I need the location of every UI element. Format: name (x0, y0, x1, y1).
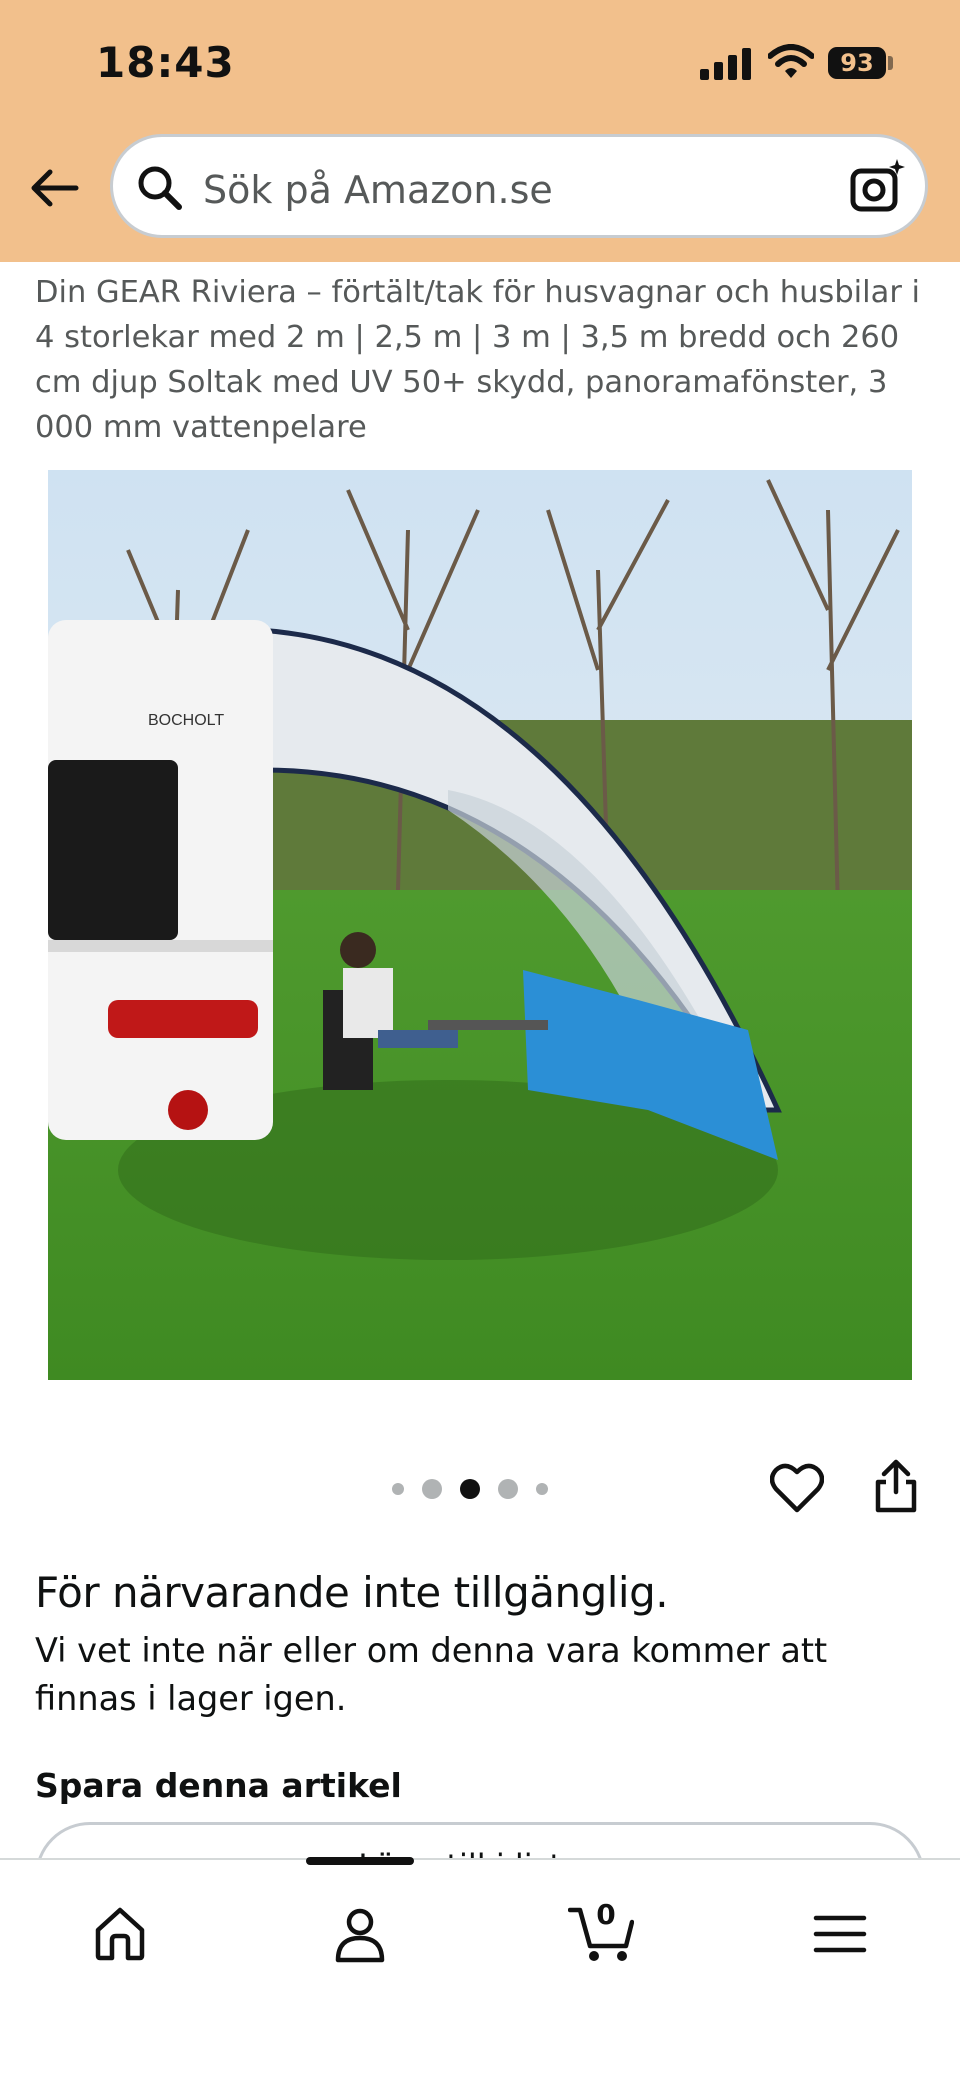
status-time: 18:43 (96, 38, 235, 87)
wifi-icon (768, 44, 814, 78)
save-item-heading: Spara denna artikel (35, 1766, 402, 1805)
home-icon[interactable] (90, 1904, 150, 1964)
battery-indicator: 93 (828, 47, 886, 79)
share-icon[interactable] (872, 1458, 920, 1514)
search-icon (138, 166, 182, 210)
cart-count: 0 (596, 1898, 616, 1931)
back-arrow-icon[interactable] (28, 162, 80, 214)
home-indicator (306, 1857, 414, 1865)
status-bar: 18:43 93 (0, 0, 960, 120)
carousel-dot[interactable] (536, 1483, 548, 1495)
product-title[interactable]: Din GEAR Riviera – förtält/tak för husva… (35, 270, 935, 450)
product-photo: BOCHOLT (48, 470, 912, 1380)
caravan-brand-text: BOCHOLT (148, 712, 224, 729)
availability-description: Vi vet inte när eller om denna vara komm… (35, 1631, 828, 1718)
bottom-nav: 0 (0, 1858, 960, 2078)
header: 18:43 93 Sök på Amazon.se (0, 0, 960, 262)
search-bar[interactable]: Sök på Amazon.se (110, 134, 928, 238)
carousel-dot[interactable] (422, 1479, 442, 1499)
battery-tip (888, 56, 893, 70)
heart-icon[interactable] (770, 1462, 824, 1514)
availability-title: För närvarande inte tillgänglig. (35, 1568, 669, 1617)
account-icon[interactable] (330, 1904, 390, 1964)
menu-icon[interactable] (810, 1904, 870, 1964)
carousel-dot[interactable] (392, 1483, 404, 1495)
product-image[interactable]: BOCHOLT (48, 470, 912, 1380)
camera-search-icon[interactable] (849, 157, 907, 215)
carousel-dot-active[interactable] (460, 1479, 480, 1499)
carousel-dot[interactable] (498, 1479, 518, 1499)
cellular-signal-icon (700, 48, 751, 80)
image-carousel-indicator[interactable] (392, 1478, 566, 1500)
search-input[interactable]: Sök på Amazon.se (203, 168, 553, 212)
